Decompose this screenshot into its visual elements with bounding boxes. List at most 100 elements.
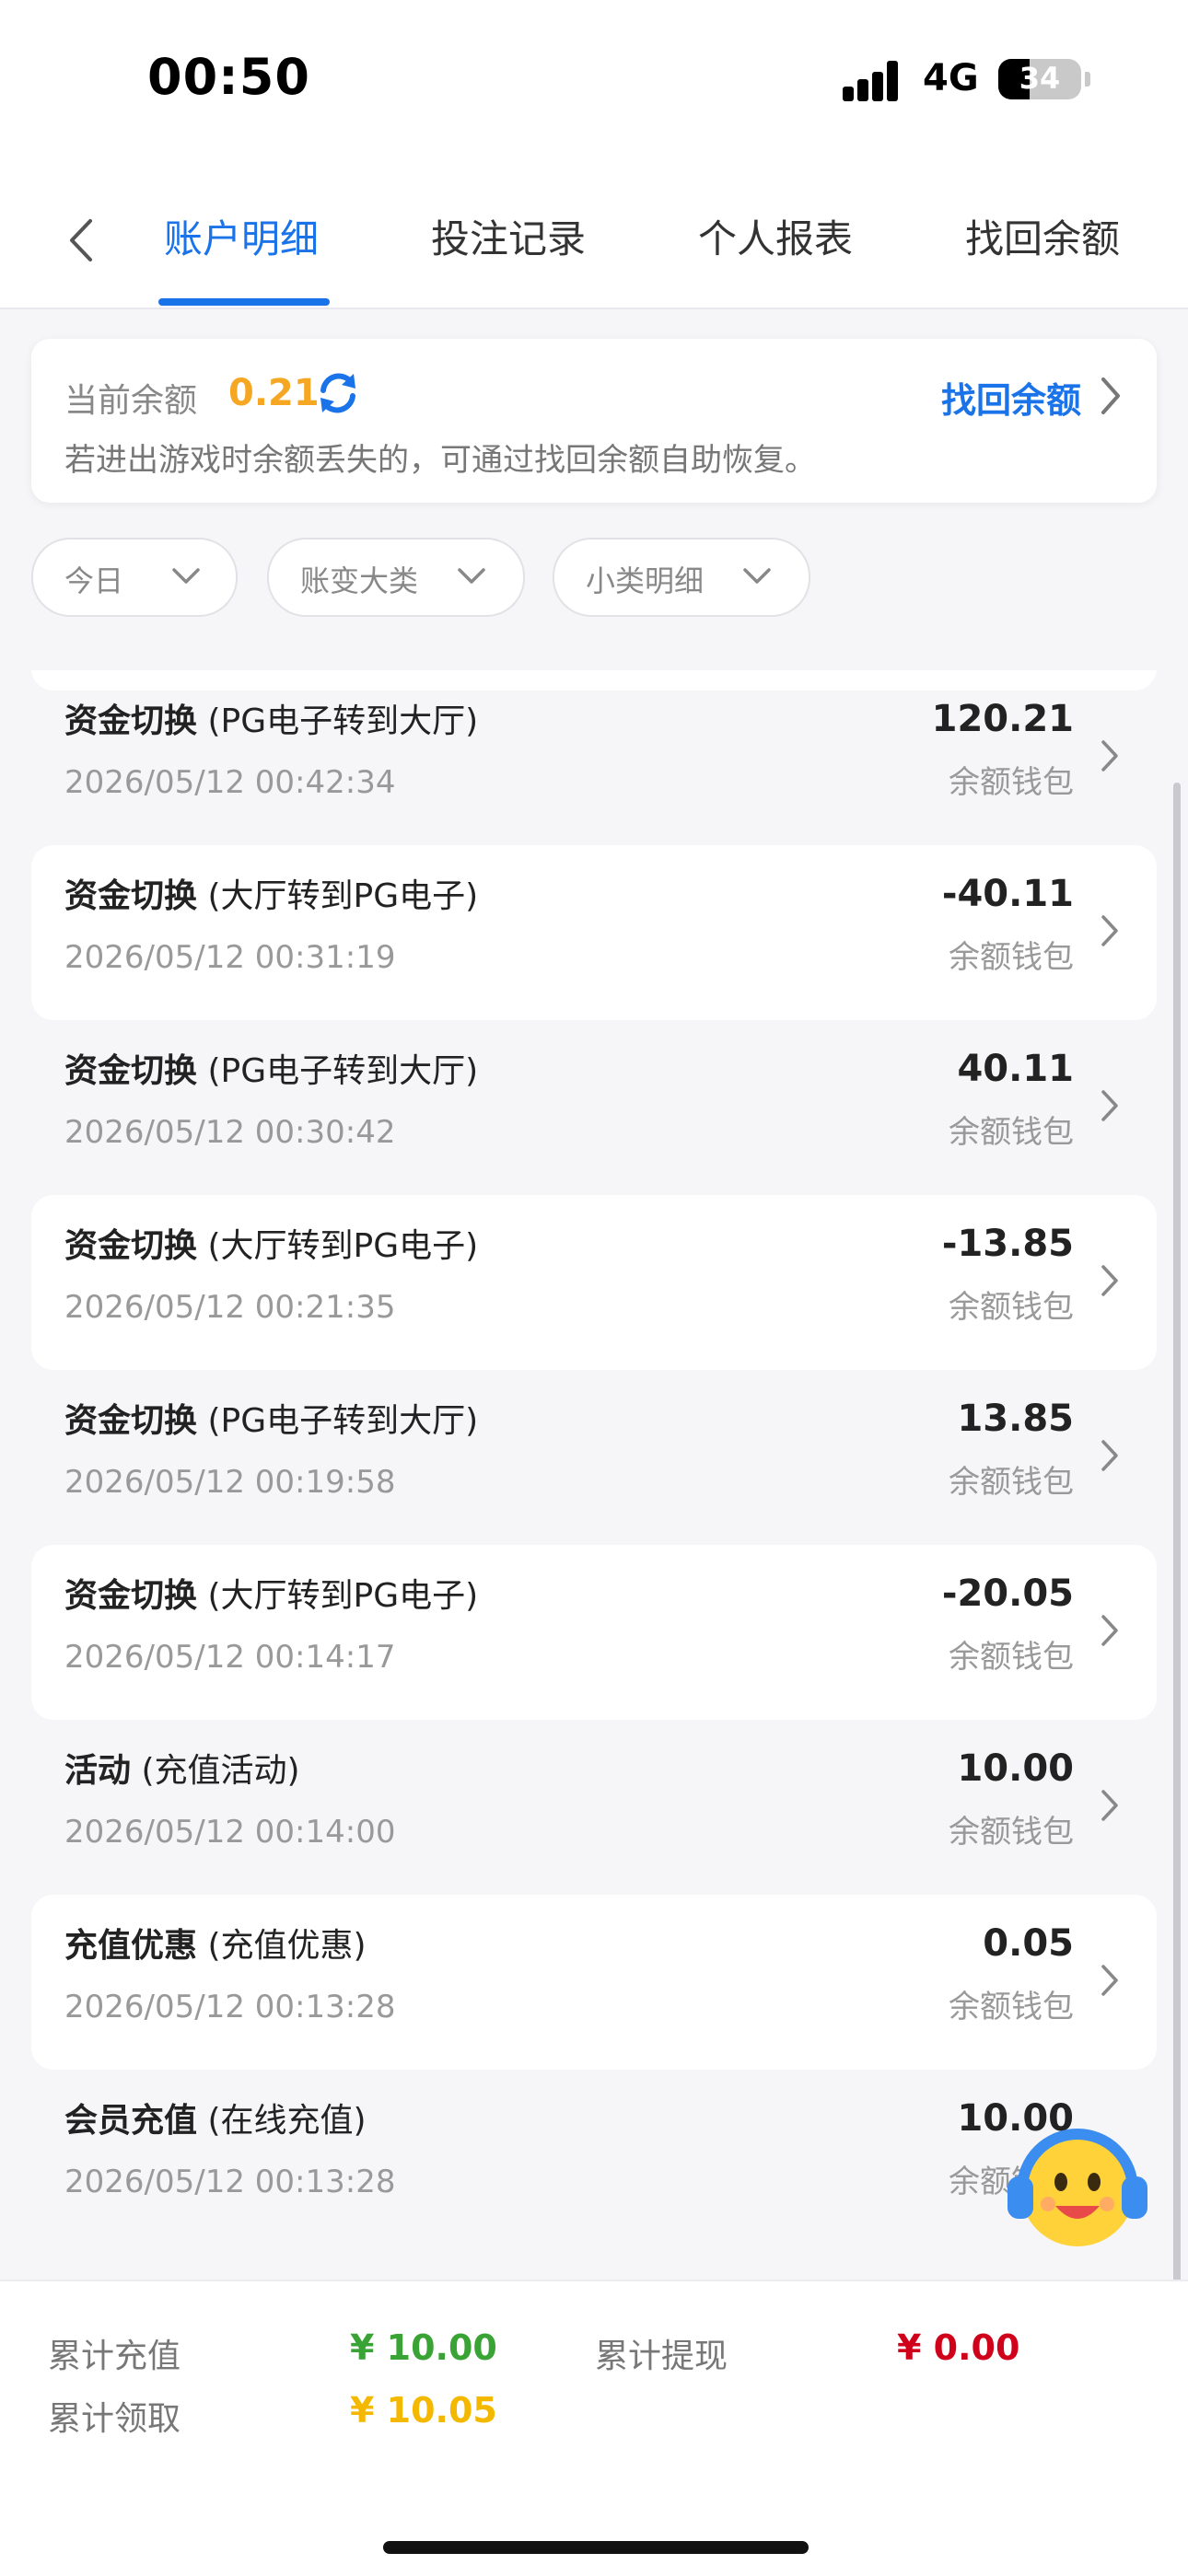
transaction-amount: 0.05 — [983, 1922, 1074, 1965]
tab-bar: 账户明细 投注记录 个人报表 找回余额 — [0, 184, 1188, 309]
transaction-detail: (大厅转到PG电子) — [207, 1577, 479, 1615]
summary-footer: 累计充值 ¥ 10.00 累计提现 ¥ 0.00 累计领取 ¥ 10.05 — [0, 2280, 1188, 2576]
back-icon[interactable] — [63, 215, 99, 265]
active-tab-indicator — [158, 298, 330, 306]
balance-label: 当前余额 — [64, 382, 198, 420]
transaction-title: 资金切换 (PG电子转到大厅) — [64, 1044, 478, 1092]
status-time: 00:50 — [147, 48, 310, 106]
transaction-title: 资金切换 (大厅转到PG电子) — [64, 869, 478, 917]
transaction-title: 资金切换 (大厅转到PG电子) — [64, 1219, 478, 1267]
transaction-type: 活动 — [64, 1752, 132, 1790]
transaction-title: 活动 (充值活动) — [64, 1744, 300, 1792]
transaction-detail: (充值活动) — [141, 1752, 300, 1790]
signal-icon — [843, 61, 913, 101]
total-recharge-label: 累计充值 — [48, 2338, 181, 2375]
chevron-right-icon — [1101, 740, 1118, 772]
transaction-time: 2026/05/12 00:42:34 — [64, 764, 396, 801]
transaction-wallet: 余额钱包 — [949, 1464, 1074, 1501]
transaction-detail: (大厅转到PG电子) — [207, 877, 479, 915]
filter-category[interactable]: 账变大类 — [267, 538, 525, 617]
transaction-time: 2026/05/12 00:14:17 — [64, 1639, 396, 1676]
tab-recover-balance[interactable]: 找回余额 — [965, 208, 1120, 264]
chevron-right-icon[interactable] — [1098, 376, 1124, 416]
network-type: 4G — [923, 57, 979, 99]
battery-icon: 34 — [998, 59, 1081, 99]
tab-account-detail[interactable]: 账户明细 — [164, 208, 319, 264]
recover-balance-link[interactable]: 找回余额 — [941, 372, 1081, 423]
transaction-amount: 120.21 — [931, 698, 1074, 740]
list-item[interactable]: 资金切换 (PG电子转到大厅) 2026/05/12 00:19:58 13.85 余… — [31, 1370, 1157, 1545]
transaction-time: 2026/05/12 00:31:19 — [64, 939, 396, 976]
transaction-title: 会员充值 (在线充值) — [64, 2094, 367, 2141]
chevron-right-icon — [1101, 1615, 1118, 1646]
list-item[interactable]: 资金切换 (大厅转到PG电子) 2026/05/12 00:31:19 -40.11… — [31, 845, 1157, 1020]
transaction-wallet: 余额钱包 — [949, 764, 1074, 801]
transaction-time: 2026/05/12 00:19:58 — [64, 1464, 396, 1501]
battery-level: 34 — [1019, 61, 1061, 96]
list-item[interactable]: 资金切换 (PG电子转到大厅) 2026/05/12 00:30:42 40.11 余… — [31, 1020, 1157, 1195]
chevron-right-icon — [1101, 1790, 1118, 1821]
home-indicator[interactable] — [383, 2541, 809, 2554]
chevron-down-icon — [458, 568, 485, 584]
transaction-wallet: 余额钱包 — [949, 1639, 1074, 1676]
transaction-time: 2026/05/12 00:21:35 — [64, 1289, 396, 1326]
list-item[interactable]: 资金切换 (PG电子转到大厅) 2026/05/12 00:42:34 120.21… — [31, 670, 1157, 845]
list-item[interactable]: 资金切换 (大厅转到PG电子) 2026/05/12 00:14:17 -20.05… — [31, 1545, 1157, 1720]
total-withdraw-label: 累计提现 — [595, 2338, 728, 2375]
filter-subcategory-label: 小类明细 — [586, 563, 705, 598]
transaction-detail: (PG电子转到大厅) — [207, 702, 479, 740]
transaction-list: 资金切换 (PG电子转到大厅) 2026/05/12 00:42:34 120.21… — [31, 670, 1157, 2272]
transaction-detail: (在线充值) — [207, 2102, 367, 2140]
balance-card: 当前余额 0.21 找回余额 若进出游戏时余额丢失的，可通过找回余额自助恢复。 — [31, 339, 1157, 503]
transaction-title: 资金切换 (PG电子转到大厅) — [64, 1394, 478, 1442]
total-claim-value: ¥ 10.05 — [350, 2390, 497, 2431]
transaction-type: 资金切换 — [64, 1402, 198, 1440]
filter-category-label: 账变大类 — [300, 563, 419, 598]
transaction-wallet: 余额钱包 — [949, 1114, 1074, 1151]
transaction-type: 资金切换 — [64, 1052, 198, 1090]
transaction-title: 充值优惠 (充值优惠) — [64, 1919, 367, 1967]
transaction-detail: (PG电子转到大厅) — [207, 1052, 479, 1090]
transaction-type: 会员充值 — [64, 2102, 198, 2140]
chevron-right-icon — [1101, 1265, 1118, 1296]
transaction-type: 资金切换 — [64, 1577, 198, 1615]
main-content: 当前余额 0.21 找回余额 若进出游戏时余额丢失的，可通过找回余额自助恢复。 … — [0, 309, 1188, 2283]
total-withdraw-value: ¥ 0.00 — [897, 2327, 1020, 2368]
transaction-title: 资金切换 (大厅转到PG电子) — [64, 1569, 478, 1617]
chevron-right-icon — [1101, 1965, 1118, 1996]
scrollbar[interactable] — [1173, 783, 1181, 2283]
transaction-time: 2026/05/12 00:14:00 — [64, 1814, 396, 1851]
transaction-time: 2026/05/12 00:30:42 — [64, 1114, 396, 1151]
transaction-detail: (大厅转到PG电子) — [207, 1227, 479, 1265]
list-item[interactable]: 充值优惠 (充值优惠) 2026/05/12 00:13:28 0.05 余额钱包 — [31, 1895, 1157, 2070]
transaction-title: 资金切换 (PG电子转到大厅) — [64, 694, 478, 742]
balance-value: 0.21 — [228, 372, 320, 414]
transaction-amount: -20.05 — [941, 1572, 1074, 1615]
transaction-amount: 13.85 — [957, 1398, 1074, 1440]
transaction-time: 2026/05/12 00:13:28 — [64, 2164, 396, 2200]
list-item[interactable]: 活动 (充值活动) 2026/05/12 00:14:00 10.00 余额钱包 — [31, 1720, 1157, 1895]
transaction-wallet: 余额钱包 — [949, 1814, 1074, 1851]
transaction-type: 资金切换 — [64, 877, 198, 915]
filter-date[interactable]: 今日 — [31, 538, 238, 617]
status-bar: 00:50 4G 34 — [0, 0, 1188, 157]
customer-service-icon[interactable] — [995, 2118, 1160, 2256]
transaction-amount: -13.85 — [941, 1223, 1074, 1265]
refresh-icon[interactable] — [315, 370, 361, 416]
transaction-wallet: 余额钱包 — [949, 1989, 1074, 2025]
transaction-wallet: 余额钱包 — [949, 939, 1074, 976]
transaction-type: 充值优惠 — [64, 1927, 198, 1965]
chevron-right-icon — [1101, 915, 1118, 946]
transaction-type: 资金切换 — [64, 1227, 198, 1265]
tab-personal-report[interactable]: 个人报表 — [698, 208, 853, 264]
battery-tip — [1085, 72, 1090, 87]
transaction-amount: -40.11 — [941, 873, 1074, 915]
filter-subcategory[interactable]: 小类明细 — [553, 538, 810, 617]
total-claim-label: 累计领取 — [48, 2400, 181, 2438]
chevron-right-icon — [1101, 1440, 1118, 1471]
chevron-right-icon — [1101, 1090, 1118, 1121]
list-item[interactable]: 会员充值 (在线充值)2026/05/12 00:13:2810.00余额钱包 — [31, 2070, 1157, 2245]
transaction-amount: 10.00 — [957, 1747, 1074, 1790]
tab-bet-record[interactable]: 投注记录 — [431, 208, 586, 264]
list-item[interactable]: 资金切换 (大厅转到PG电子) 2026/05/12 00:21:35 -13.85… — [31, 1195, 1157, 1370]
